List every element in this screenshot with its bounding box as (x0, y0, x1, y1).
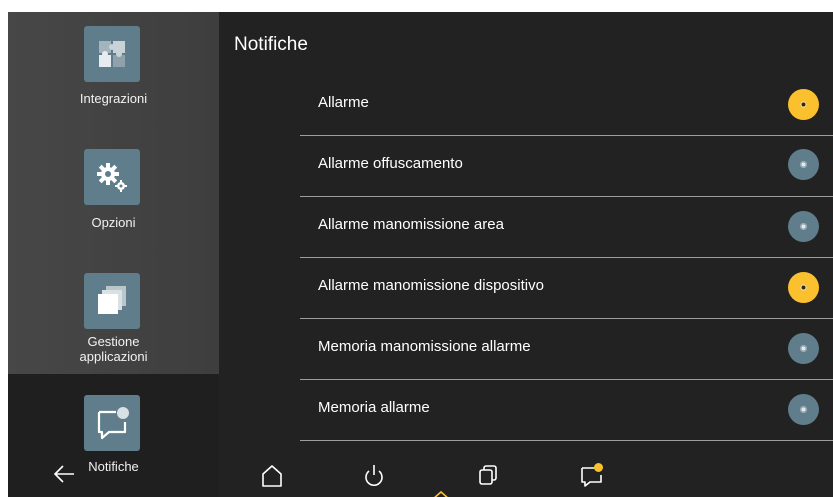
radio-off-icon[interactable] (788, 333, 819, 364)
sidebar-item-label-line1: Gestione (87, 334, 140, 349)
notification-row-allarme[interactable]: Allarme (300, 74, 833, 136)
notification-label: Allarme manomissione area (318, 216, 504, 233)
chevron-up-icon[interactable] (431, 487, 451, 497)
bottom-nav (219, 452, 833, 497)
notification-bubble-icon (84, 395, 140, 451)
notification-label: Memoria allarme (318, 399, 430, 416)
sidebar-item-label: Opzioni (91, 215, 136, 230)
sidebar-item-label-line2: applicazioni (79, 349, 148, 364)
notification-row-allarme-manomissione-dispositivo[interactable]: Allarme manomissione dispositivo (300, 257, 833, 319)
sidebar-item-label: Integrazioni (79, 91, 148, 106)
sidebar-item-opzioni[interactable]: Opzioni (8, 132, 219, 252)
notification-label: Allarme manomissione dispositivo (318, 277, 544, 294)
sidebar-item-gestione-applicazioni[interactable]: Gestione applicazioni (8, 252, 219, 374)
notification-row-memoria-allarme[interactable]: Memoria allarme (300, 379, 833, 441)
puzzle-icon (84, 26, 140, 82)
notification-bubble-icon[interactable] (578, 462, 606, 488)
sidebar-item-notifiche[interactable]: Notifiche (8, 374, 219, 497)
power-icon[interactable] (360, 462, 388, 488)
notification-label: Memoria manomissione allarme (318, 338, 531, 355)
radio-off-icon[interactable] (788, 149, 819, 180)
apps-icon[interactable] (475, 462, 503, 488)
radio-on-icon[interactable] (788, 272, 819, 303)
notification-label: Allarme (318, 94, 369, 111)
radio-on-icon[interactable] (788, 89, 819, 120)
home-icon[interactable] (258, 462, 286, 488)
radio-off-icon[interactable] (788, 211, 819, 242)
stacked-windows-icon (84, 273, 140, 329)
gears-icon (84, 149, 140, 205)
notification-badge (594, 463, 603, 472)
notification-row-allarme-offuscamento[interactable]: Allarme offuscamento (300, 135, 833, 197)
notification-row-allarme-manomissione-area[interactable]: Allarme manomissione area (300, 196, 833, 258)
sidebar-item-integrazioni[interactable]: Integrazioni (8, 12, 219, 132)
sidebar: Integrazioni Opzioni Gestione applicazio… (8, 12, 219, 497)
page-title: Notifiche (234, 34, 308, 55)
sidebar-item-label: Notifiche (88, 459, 139, 474)
notification-label: Allarme offuscamento (318, 155, 463, 172)
notification-row-memoria-manomissione-allarme[interactable]: Memoria manomissione allarme (300, 318, 833, 380)
screen: Integrazioni Opzioni Gestione applicazio… (8, 12, 833, 497)
back-arrow-icon[interactable] (52, 464, 76, 484)
radio-off-icon[interactable] (788, 394, 819, 425)
